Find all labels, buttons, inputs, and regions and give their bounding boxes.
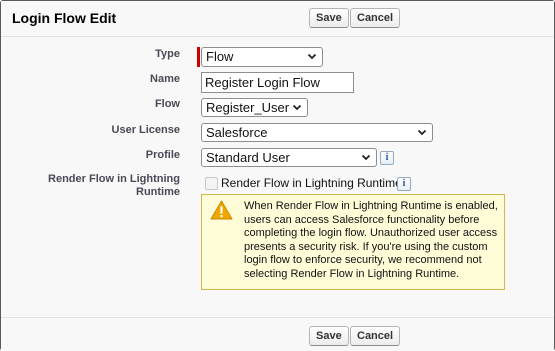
render-flow-checkbox[interactable] — [205, 177, 218, 190]
profile-select-value: Standard User — [206, 150, 290, 165]
save-button[interactable]: Save — [309, 8, 349, 28]
name-label: Name — [150, 73, 180, 85]
warning-triangle-icon — [210, 200, 233, 220]
chevron-down-icon — [307, 53, 317, 60]
warning-message: When Render Flow in Lightning Runtime is… — [201, 194, 505, 290]
page-title: Login Flow Edit — [12, 10, 117, 26]
cancel-button[interactable]: Cancel — [350, 8, 401, 28]
warning-text: When Render Flow in Lightning Runtime is… — [244, 200, 498, 280]
chevron-down-icon — [292, 104, 302, 111]
name-input[interactable]: Register Login Flow — [201, 72, 354, 93]
page-footer: Save Cancel — [1, 317, 554, 351]
user-license-select[interactable]: Salesforce — [201, 123, 433, 142]
login-flow-edit-panel: Login Flow Edit Save Cancel Type Flow Na… — [0, 0, 555, 351]
render-flow-info-icon[interactable]: i — [397, 177, 411, 191]
user-license-select-value: Salesforce — [206, 125, 268, 140]
chevron-down-icon — [361, 154, 371, 161]
user-license-label: User License — [111, 124, 180, 136]
render-flow-checkbox-label: Render Flow in Lightning Runtime — [221, 176, 402, 190]
profile-select[interactable]: Standard User — [201, 148, 377, 167]
footer-cancel-button[interactable]: Cancel — [350, 326, 401, 346]
flow-select-value: Register_User — [206, 100, 290, 115]
profile-label: Profile — [145, 149, 180, 161]
page-header: Login Flow Edit Save Cancel — [1, 1, 554, 37]
type-select[interactable]: Flow — [201, 47, 323, 67]
flow-label: Flow — [154, 98, 180, 110]
profile-info-icon[interactable]: i — [380, 151, 394, 165]
name-input-value: Register Login Flow — [205, 75, 320, 90]
footer-save-button[interactable]: Save — [309, 326, 349, 346]
chevron-down-icon — [417, 129, 427, 136]
flow-select[interactable]: Register_User — [201, 98, 308, 117]
required-indicator — [197, 47, 200, 67]
render-flow-label: Render Flow in Lightning Runtime — [48, 173, 180, 198]
type-select-value: Flow — [206, 49, 234, 64]
type-label: Type — [155, 48, 180, 60]
